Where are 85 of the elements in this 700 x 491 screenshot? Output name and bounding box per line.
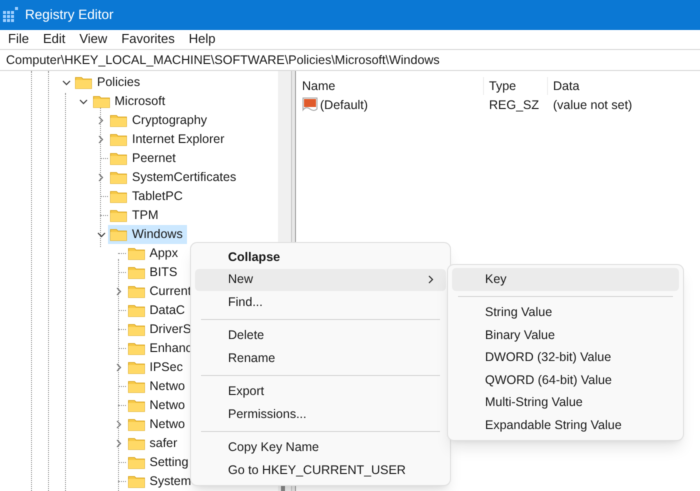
folder-icon bbox=[110, 190, 127, 203]
menu-item[interactable]: Permissions... bbox=[195, 403, 446, 426]
folder-icon bbox=[128, 342, 144, 355]
folder-icon bbox=[75, 76, 92, 89]
chevron-right-icon[interactable] bbox=[98, 173, 104, 182]
chevron-down-icon[interactable] bbox=[62, 80, 70, 86]
tree-item[interactable]: safer bbox=[126, 434, 182, 453]
chevron-right-icon[interactable] bbox=[98, 116, 104, 125]
folder-icon bbox=[128, 399, 144, 412]
menu-item[interactable]: Find... bbox=[195, 291, 446, 314]
menu-item[interactable]: Delete bbox=[195, 324, 446, 347]
folder-icon bbox=[110, 209, 127, 222]
chevron-right-icon[interactable] bbox=[116, 420, 122, 429]
tree-item[interactable]: Windows bbox=[108, 225, 187, 244]
menu-item[interactable]: Collapse bbox=[195, 246, 446, 268]
chevron-down-icon[interactable] bbox=[79, 98, 88, 104]
tree-item[interactable]: Appx bbox=[126, 244, 182, 263]
tree-item[interactable]: Setting bbox=[126, 453, 192, 472]
tree-item[interactable]: DriverS bbox=[126, 320, 196, 339]
menu-item[interactable]: New bbox=[195, 268, 446, 291]
tree-item[interactable]: Current bbox=[126, 282, 196, 301]
chevron-right-icon[interactable] bbox=[116, 287, 122, 296]
tree-item[interactable]: DataC bbox=[126, 301, 189, 320]
address-field[interactable]: Computer\HKEY_LOCAL_MACHINE\SOFTWARE\Policies\Microsoft\Windows bbox=[0, 50, 700, 70]
tree-item[interactable]: BITS bbox=[126, 263, 182, 282]
tree-item[interactable]: TabletPC bbox=[108, 187, 187, 206]
menu-item[interactable]: String Value bbox=[452, 302, 679, 324]
folder-icon bbox=[110, 171, 127, 184]
folder-icon bbox=[110, 152, 127, 165]
folder-icon bbox=[110, 114, 127, 127]
window-title: Registry Editor bbox=[25, 6, 114, 24]
folder-icon bbox=[110, 133, 127, 146]
menu-item[interactable]: Favorites bbox=[114, 29, 182, 49]
tree-item[interactable]: Netwo bbox=[126, 396, 189, 415]
tree-item[interactable]: TPM bbox=[108, 206, 162, 225]
menu-item[interactable]: DWORD (32-bit) Value bbox=[452, 346, 679, 369]
menu-item[interactable]: File bbox=[1, 29, 36, 49]
folder-icon bbox=[128, 437, 144, 450]
chevron-right-icon[interactable] bbox=[116, 439, 122, 448]
folder-icon bbox=[128, 361, 144, 374]
menu-item[interactable]: Go to HKEY_CURRENT_USER bbox=[195, 459, 446, 482]
tree-item[interactable]: Enhanc bbox=[126, 339, 196, 358]
folder-icon bbox=[128, 475, 144, 488]
tree-item[interactable]: IPSec bbox=[126, 358, 187, 377]
folder-icon bbox=[128, 304, 144, 317]
folder-icon bbox=[128, 380, 144, 393]
chevron-right-icon[interactable] bbox=[116, 363, 122, 372]
folder-icon bbox=[92, 95, 110, 108]
menu-item[interactable]: Rename bbox=[195, 347, 446, 370]
table-cell-text: REG_SZ bbox=[488, 96, 540, 114]
menu-item[interactable]: Binary Value bbox=[452, 324, 679, 346]
chevron-right-icon[interactable] bbox=[98, 135, 104, 144]
tree-item[interactable]: Netwo bbox=[126, 415, 189, 434]
menu-item[interactable]: Copy Key Name bbox=[195, 436, 446, 459]
menu-item[interactable]: Edit bbox=[36, 29, 72, 49]
column-header[interactable]: Data bbox=[548, 77, 668, 95]
tree-item[interactable]: Internet Explorer bbox=[108, 130, 228, 149]
column-header[interactable]: Name bbox=[302, 77, 484, 95]
folder-icon bbox=[128, 266, 144, 279]
tree-item[interactable]: Cryptography bbox=[108, 111, 212, 130]
tree-item[interactable]: SystemCertificates bbox=[108, 168, 240, 187]
tree-item[interactable]: Peernet bbox=[108, 149, 180, 168]
registry-icon bbox=[3, 7, 19, 23]
chevron-right-icon bbox=[428, 275, 434, 284]
menu-item[interactable]: View bbox=[72, 29, 114, 49]
folder-icon bbox=[110, 228, 127, 241]
folder-icon bbox=[128, 323, 144, 336]
table-cell-text: (value not set) bbox=[552, 96, 632, 114]
folder-icon bbox=[128, 456, 144, 469]
menu-item[interactable]: Export bbox=[195, 380, 446, 403]
menu-item[interactable]: Help bbox=[182, 29, 223, 49]
tree-item[interactable]: Netwo bbox=[126, 377, 189, 396]
value-name[interactable]: (Default) bbox=[320, 96, 368, 114]
menu-item[interactable]: Key bbox=[452, 268, 679, 290]
folder-icon bbox=[128, 418, 144, 431]
folder-icon bbox=[128, 247, 144, 260]
tree-item[interactable]: System bbox=[126, 472, 196, 491]
menu-item[interactable]: QWORD (64-bit) Value bbox=[452, 369, 679, 392]
tree-item[interactable]: Policies bbox=[73, 73, 144, 92]
chevron-down-icon[interactable] bbox=[96, 232, 106, 238]
menu-item[interactable]: Expandable String Value bbox=[452, 414, 679, 436]
column-header[interactable]: Type bbox=[484, 77, 548, 95]
menu-item[interactable]: Multi-String Value bbox=[452, 392, 679, 414]
tree-item[interactable]: Microsoft bbox=[90, 92, 170, 111]
folder-icon bbox=[128, 285, 144, 298]
